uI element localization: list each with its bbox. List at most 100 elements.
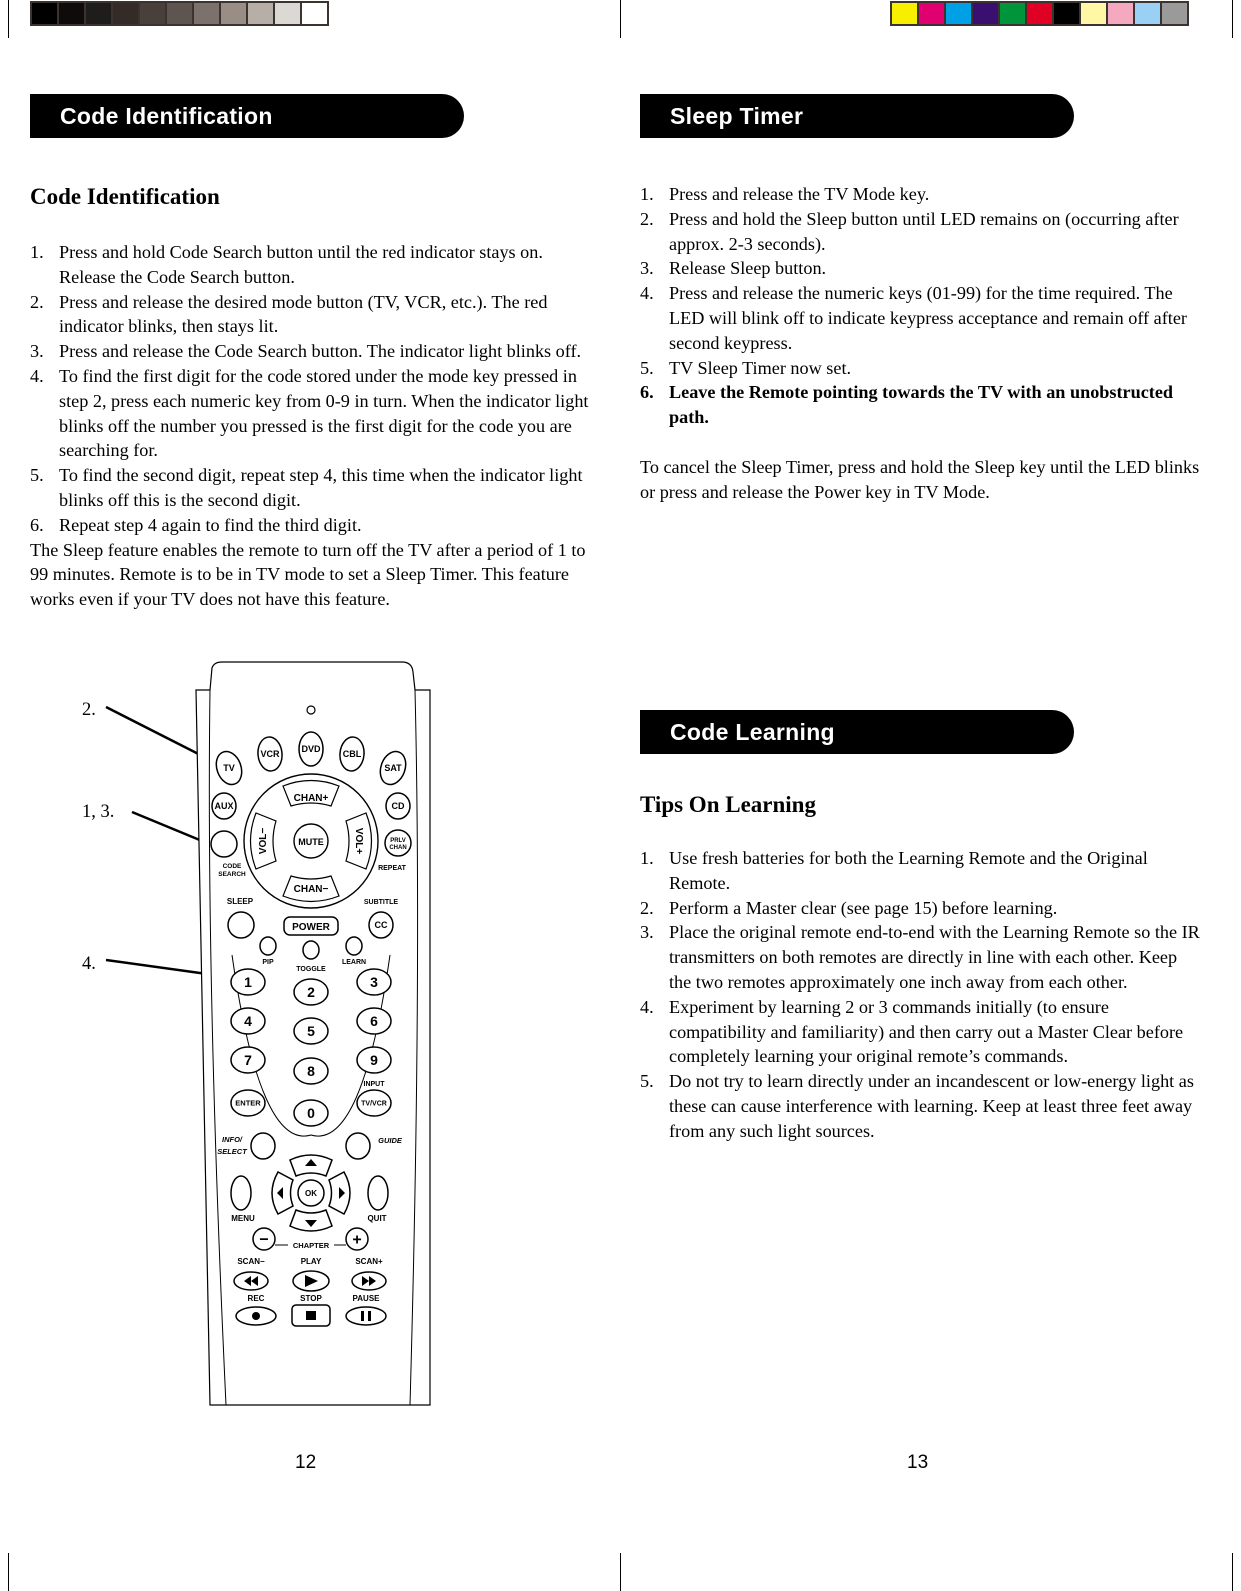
enter-button[interactable]: ENTER [230, 1089, 266, 1117]
mode-key-dvd[interactable]: DVD [298, 731, 324, 767]
stop-button[interactable] [291, 1304, 331, 1327]
list-item: 6. Leave the Remote pointing towards the … [640, 380, 1200, 430]
process-color-bar [890, 1, 1189, 26]
rewind-button[interactable] [233, 1271, 269, 1291]
step-text: Press and hold Code Search button until … [59, 242, 543, 287]
digit-key-1[interactable]: 1 [230, 968, 266, 996]
subtitle-label: SUBTITLE [364, 899, 399, 906]
rec-label: REC [248, 1294, 265, 1303]
gray-swatch [302, 3, 327, 24]
svg-text:DVD: DVD [301, 744, 321, 754]
step-text: To find the first digit for the code sto… [59, 365, 589, 461]
learn-button[interactable] [345, 936, 363, 956]
chapter-plus-button[interactable]: + [345, 1227, 369, 1251]
svg-text:CBL: CBL [343, 749, 362, 759]
subtitle-cc-button[interactable]: CC [368, 911, 394, 939]
color-swatch [892, 3, 917, 24]
crop-mark [1232, 1553, 1233, 1591]
list-item: 2. Perform a Master clear (see page 15) b… [640, 896, 1202, 921]
dpad-up-button[interactable] [289, 1154, 333, 1177]
list-item: 5. Do not try to learn directly under an … [640, 1069, 1202, 1143]
svg-text:TV/VCR: TV/VCR [361, 1100, 387, 1107]
color-swatch [919, 3, 944, 24]
scan-plus-label: SCAN+ [355, 1257, 383, 1266]
gray-swatch [275, 3, 300, 24]
chapter-minus-button[interactable]: − [252, 1227, 276, 1251]
gray-swatch [221, 3, 246, 24]
play-button[interactable] [292, 1270, 330, 1292]
page-number-left: 12 [295, 1452, 317, 1473]
record-button[interactable] [235, 1306, 277, 1326]
list-item: 5. To find the second digit, repeat step … [30, 463, 590, 513]
learning-tips-steps: 1. Use fresh batteries for both the Learn… [640, 846, 1202, 1144]
sleep-button[interactable] [227, 911, 255, 939]
cd-button[interactable]: CD [385, 792, 411, 820]
step-text: TV Sleep Timer now set. [669, 357, 852, 378]
info-select-button[interactable] [250, 1132, 276, 1160]
digit-key-0[interactable]: 0 [293, 1099, 329, 1127]
digit-key-8[interactable]: 8 [293, 1057, 329, 1085]
pip-button[interactable] [259, 936, 277, 956]
digit-key-6[interactable]: 6 [356, 1007, 392, 1035]
list-item: 2. Press and release the desired mode but… [30, 290, 590, 340]
color-swatch [1162, 3, 1187, 24]
color-swatch [1135, 3, 1160, 24]
svg-text:0: 0 [307, 1105, 315, 1121]
step-text: Press and hold the Sleep button until LE… [669, 208, 1179, 254]
color-swatch [1027, 3, 1052, 24]
color-swatch [946, 3, 971, 24]
toggle-button[interactable] [302, 940, 320, 960]
aux-button[interactable]: AUX [211, 792, 237, 820]
dpad-down-button[interactable] [289, 1209, 333, 1232]
digit-key-5[interactable]: 5 [293, 1017, 329, 1045]
step-number: 4. [640, 283, 654, 304]
svg-text:5: 5 [307, 1023, 315, 1039]
step-number: 1. [640, 848, 654, 868]
dpad-right-button[interactable] [328, 1170, 351, 1216]
svg-text:2: 2 [307, 984, 315, 1000]
step-text: Do not try to learn directly under an in… [669, 1071, 1194, 1141]
svg-text:CD: CD [392, 801, 405, 811]
step-number: 5. [640, 357, 654, 378]
step-text: Experiment by learning 2 or 3 commands i… [669, 996, 1184, 1067]
step-number: 3. [30, 341, 44, 362]
list-item: 4. To find the first digit for the code s… [30, 364, 590, 463]
step-text: To find the second digit, repeat step 4,… [59, 465, 583, 510]
svg-text:6: 6 [370, 1013, 378, 1029]
gray-swatch [59, 3, 84, 24]
step-text: Press and release the TV Mode key. [669, 184, 930, 204]
list-item: 2. Press and hold the Sleep button until … [640, 207, 1200, 257]
svg-text:TV: TV [223, 763, 235, 773]
digit-key-7[interactable]: 7 [230, 1046, 266, 1074]
chan-down-label: CHAN− [294, 884, 329, 895]
stop-label: STOP [300, 1294, 322, 1303]
dpad-left-button[interactable] [271, 1170, 294, 1216]
list-item: 3. Place the original remote end-to-end w… [640, 920, 1202, 994]
code-search-button[interactable] [210, 830, 238, 858]
quit-button[interactable] [367, 1175, 389, 1211]
digit-key-2[interactable]: 2 [293, 978, 329, 1006]
step-number: 2. [640, 208, 654, 229]
svg-text:+: + [352, 1232, 361, 1249]
pause-button[interactable] [345, 1306, 387, 1326]
remote-illustration: TVVCR DVD CBLSAT CHAN+ CHAN− MUTE VOL− VOL… [105, 661, 431, 1406]
menu-button[interactable] [230, 1175, 252, 1211]
gray-swatch [86, 3, 111, 24]
svg-text:7: 7 [244, 1052, 252, 1068]
digit-key-3[interactable]: 3 [356, 968, 392, 996]
tv-vcr-button[interactable]: TV/VCR [356, 1089, 392, 1117]
ok-button[interactable]: OK [297, 1179, 325, 1207]
power-button[interactable]: POWER [283, 916, 339, 936]
crop-mark [1232, 0, 1233, 38]
chan-up-label: CHAN+ [294, 793, 329, 804]
digit-key-9[interactable]: 9 [356, 1046, 392, 1074]
fast-forward-button[interactable] [351, 1271, 387, 1291]
svg-text:9: 9 [370, 1052, 378, 1068]
page-number-right: 13 [907, 1452, 929, 1473]
play-label: PLAY [301, 1257, 322, 1266]
pause-label: PAUSE [353, 1294, 381, 1303]
step-number: 4. [640, 996, 654, 1017]
color-swatch [973, 3, 998, 24]
guide-button[interactable] [345, 1132, 371, 1160]
digit-key-4[interactable]: 4 [230, 1007, 266, 1035]
